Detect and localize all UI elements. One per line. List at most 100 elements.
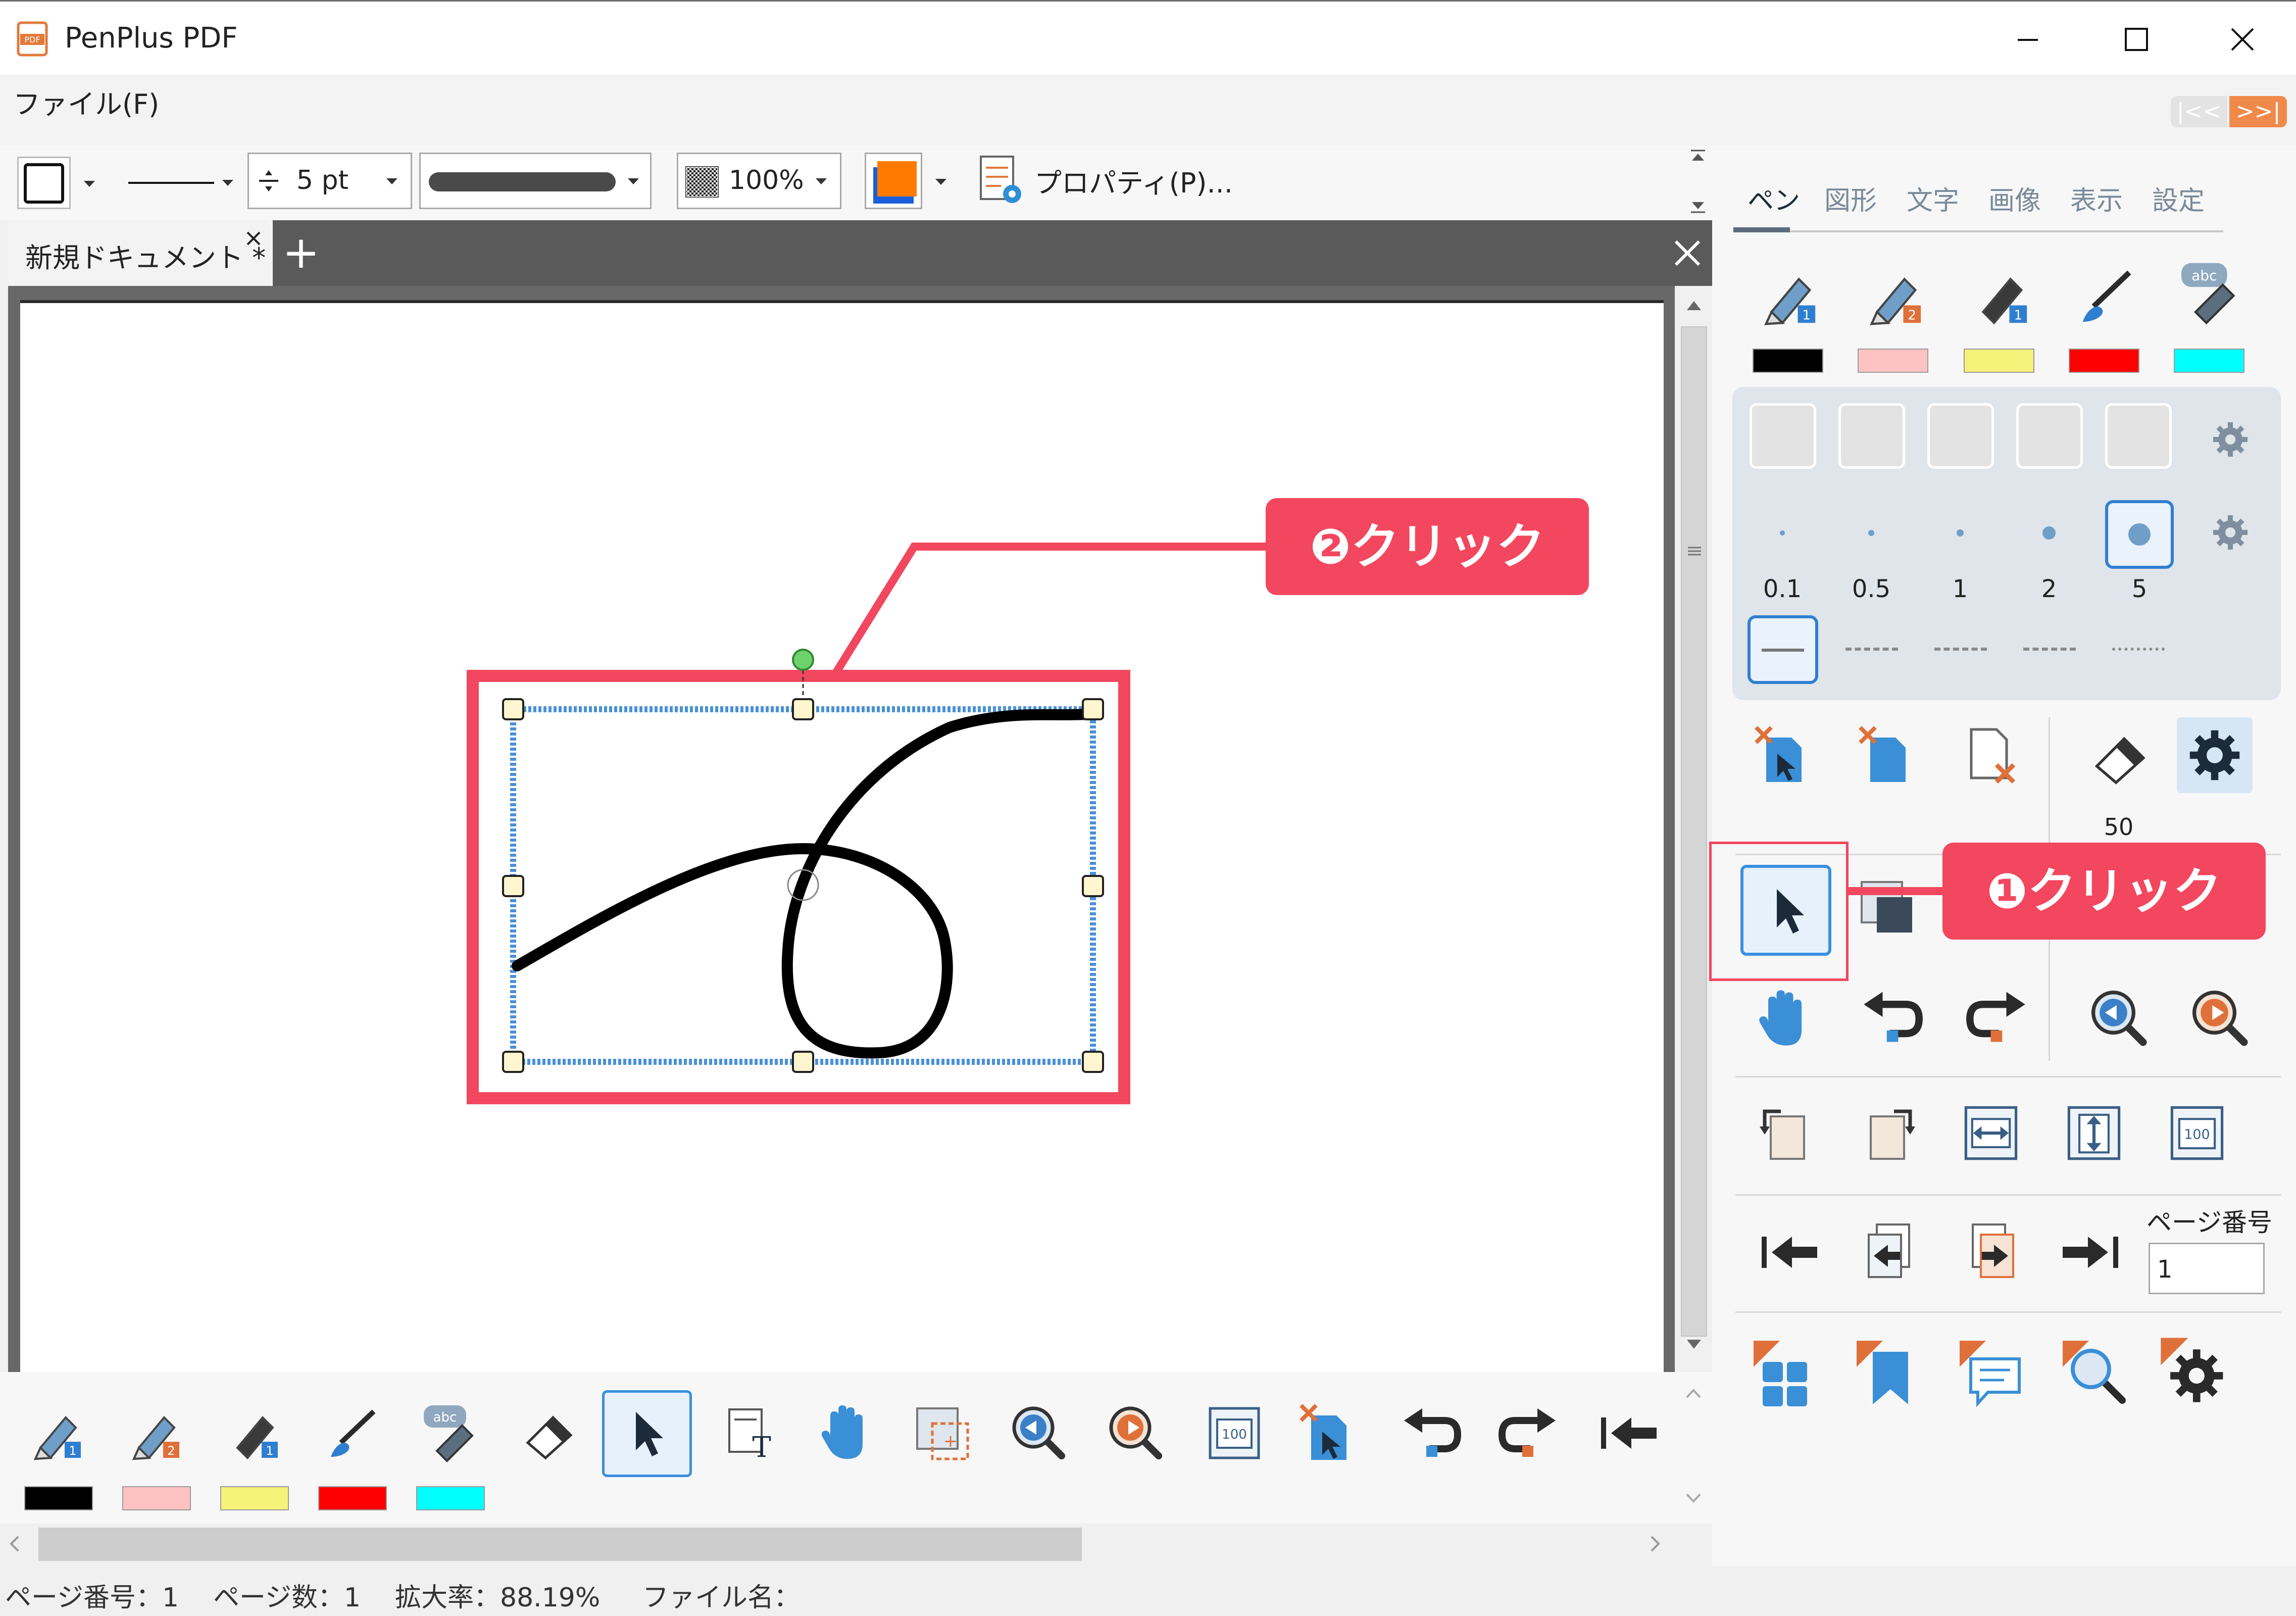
text-marker-icon[interactable]: abc — [417, 1400, 482, 1466]
pen-color-swatch[interactable] — [416, 1486, 485, 1510]
scroll-up-icon[interactable] — [1682, 1382, 1705, 1405]
tab-shape[interactable]: 図形 — [1824, 179, 1877, 217]
actual-size-icon[interactable]: 100 — [1205, 1402, 1264, 1463]
redo-icon[interactable] — [1965, 988, 2030, 1047]
pen-2-icon[interactable]: 2 — [1861, 263, 1926, 328]
callout-connector-2 — [830, 543, 1268, 679]
bookmark-icon[interactable] — [1853, 1337, 1923, 1407]
line-style-option[interactable] — [2112, 648, 2165, 651]
fit-height-icon[interactable] — [2064, 1101, 2124, 1164]
chevron-left-icon[interactable] — [4, 1533, 26, 1555]
actual-size-icon[interactable]: 100 — [2167, 1101, 2227, 1164]
rotate-handle[interactable] — [792, 649, 814, 671]
gear-icon[interactable] — [2211, 513, 2250, 552]
pen-color-swatch[interactable] — [220, 1486, 289, 1510]
pen-color-swatch[interactable] — [1964, 349, 2034, 373]
pen-color-swatch[interactable] — [1753, 349, 1823, 373]
bottom-toolbar: 1 2 1 abc T + 100 — [0, 1372, 1712, 1524]
marker-icon[interactable]: 1 — [222, 1402, 283, 1463]
tab-view[interactable]: 表示 — [2070, 179, 2123, 217]
tab-pen[interactable]: ペン — [1748, 179, 1800, 217]
tab-image[interactable]: 画像 — [1988, 179, 2041, 217]
page-number-input[interactable]: 1 — [2149, 1243, 2265, 1294]
fit-width-icon[interactable] — [1961, 1101, 2021, 1164]
gear-icon[interactable] — [2211, 420, 2250, 459]
line-style-option[interactable] — [2023, 648, 2076, 651]
rotate-right-icon[interactable] — [1859, 1101, 1919, 1164]
line-style-option[interactable] — [1934, 648, 1987, 651]
undo-icon[interactable] — [1859, 988, 1924, 1047]
area-select-icon[interactable]: + — [909, 1400, 975, 1466]
preset-slot[interactable] — [1750, 403, 1816, 469]
scroll-down-icon[interactable] — [1682, 1486, 1705, 1509]
width-option[interactable] — [1927, 500, 1993, 566]
cursor-icon — [1766, 885, 1811, 938]
text-tool-icon[interactable]: T — [719, 1402, 780, 1463]
eraser-icon[interactable] — [2086, 722, 2152, 788]
horizontal-scrollbar[interactable] — [0, 1524, 1712, 1564]
tab-settings[interactable]: 設定 — [2152, 179, 2205, 217]
preset-slot[interactable] — [1838, 403, 1905, 469]
eraser-settings-button[interactable] — [2177, 717, 2253, 793]
hand-icon[interactable] — [815, 1400, 876, 1464]
svg-text:1: 1 — [69, 1444, 76, 1458]
brush-icon[interactable] — [2072, 263, 2137, 328]
tab-text[interactable]: 文字 — [1907, 179, 1959, 217]
pen-1-icon[interactable]: 1 — [25, 1402, 86, 1463]
gear-icon — [2187, 727, 2242, 783]
next-page-icon[interactable] — [1960, 1219, 2025, 1285]
zoom-out-icon[interactable] — [2086, 985, 2152, 1051]
text-marker-icon[interactable]: abc — [2174, 258, 2244, 328]
first-page-icon[interactable] — [1757, 1225, 1822, 1280]
thumbnails-icon[interactable] — [1750, 1337, 1820, 1407]
width-label: 5 — [2131, 575, 2148, 603]
line-style-option[interactable] — [1845, 648, 1898, 651]
previous-page-icon[interactable] — [1857, 1219, 1922, 1285]
pen-color-swatch[interactable] — [318, 1486, 387, 1510]
search-icon[interactable] — [2059, 1337, 2129, 1407]
pen-color-swatch[interactable] — [122, 1486, 191, 1510]
preset-slot[interactable] — [2105, 403, 2172, 469]
eraser-size-value: 50 — [2104, 813, 2134, 841]
delete-selection-icon[interactable] — [1296, 1400, 1359, 1466]
width-option-selected[interactable] — [2105, 500, 2174, 569]
marker-icon[interactable]: 1 — [1967, 263, 2032, 328]
zoom-out-icon[interactable] — [1007, 1401, 1070, 1464]
pen-color-swatch[interactable] — [1858, 349, 1928, 373]
scrollbar-thumb[interactable] — [38, 1528, 1082, 1561]
line-style-selected[interactable] — [1748, 615, 1818, 684]
width-option[interactable] — [1750, 500, 1815, 566]
pen-1-icon[interactable]: 1 — [1755, 263, 1821, 328]
comments-icon[interactable] — [1956, 1337, 2026, 1407]
brush-icon[interactable] — [321, 1402, 381, 1463]
zoom-in-icon[interactable] — [1104, 1401, 1167, 1464]
undo-icon[interactable] — [1399, 1405, 1463, 1461]
width-label: 2 — [2041, 575, 2057, 603]
hand-icon[interactable] — [1753, 985, 1815, 1051]
ink-stroke[interactable] — [512, 709, 1091, 1059]
preset-slot[interactable] — [1927, 403, 1994, 469]
eraser-icon[interactable] — [518, 1402, 578, 1463]
select-tool-button[interactable] — [602, 1390, 692, 1477]
pen-color-swatch[interactable] — [24, 1486, 93, 1510]
select-tool-button[interactable] — [1740, 865, 1831, 956]
zoom-in-icon[interactable] — [2187, 985, 2253, 1051]
width-option[interactable] — [2016, 500, 2082, 566]
pen-2-icon[interactable]: 2 — [124, 1402, 184, 1463]
status-file-name: ファイル名： — [642, 1583, 801, 1613]
redo-icon[interactable] — [1497, 1405, 1561, 1461]
svg-text:1: 1 — [2014, 308, 2023, 323]
pen-color-swatch[interactable] — [2174, 349, 2244, 373]
delete-page-icon[interactable] — [1854, 722, 1919, 788]
rotate-left-icon[interactable] — [1756, 1101, 1816, 1164]
chevron-right-icon[interactable] — [1643, 1533, 1666, 1555]
pen-color-swatch[interactable] — [2069, 349, 2139, 373]
delete-selection-icon[interactable] — [1750, 722, 1815, 788]
document-settings-icon[interactable] — [2157, 1334, 2230, 1407]
last-page-icon[interactable] — [2058, 1225, 2123, 1280]
area-select-icon[interactable] — [1854, 874, 1919, 940]
width-option[interactable] — [1838, 500, 1904, 566]
preset-slot[interactable] — [2016, 403, 2083, 469]
first-page-icon[interactable] — [1596, 1405, 1662, 1461]
delete-document-icon[interactable] — [1960, 722, 2025, 788]
